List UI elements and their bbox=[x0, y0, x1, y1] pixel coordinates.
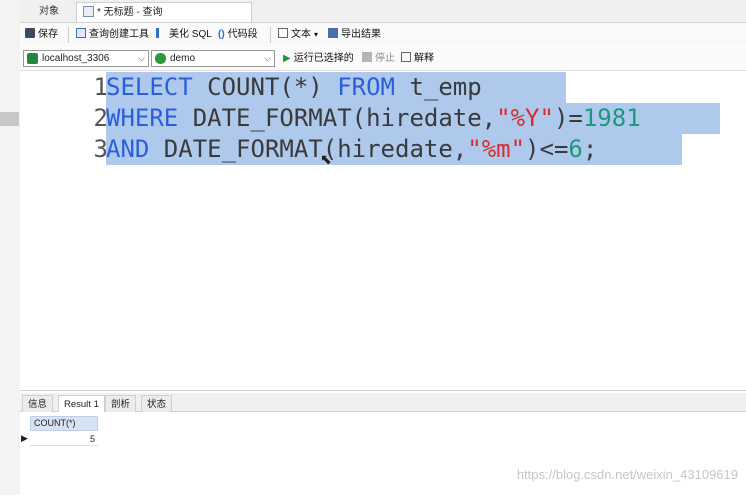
document-icon bbox=[278, 28, 288, 38]
code-line-3: AND DATE_FORMAT(hiredate,"%m")<=6; bbox=[106, 134, 682, 165]
keyword: WHERE bbox=[106, 104, 179, 132]
query-builder-button[interactable]: 查询创建工具 bbox=[76, 28, 149, 42]
line-number: 1 bbox=[93, 73, 108, 101]
string-literal: "%Y" bbox=[496, 104, 554, 132]
tab-profile-label: 剖析 bbox=[111, 399, 131, 410]
database-select[interactable]: demo ⌵ bbox=[151, 50, 275, 67]
line-number: 2 bbox=[93, 104, 108, 132]
sql-editor[interactable]: 1 2 3 SELECT COUNT(*) FROM t_emp WHERE D… bbox=[20, 71, 746, 389]
save-label: 保存 bbox=[38, 29, 58, 40]
code-text: DATE_FORMAT(hiredate, bbox=[149, 135, 468, 163]
explain-button[interactable]: 解释 bbox=[401, 52, 434, 66]
tab-query[interactable]: * 无标题 - 查询 bbox=[76, 2, 252, 22]
query-icon bbox=[83, 6, 94, 17]
code-line-1: SELECT COUNT(*) FROM t_emp bbox=[106, 72, 566, 103]
tab-result-1[interactable]: Result 1 bbox=[58, 395, 105, 412]
tab-bar: 对象 * 无标题 - 查询 bbox=[20, 0, 746, 23]
watermark: https://blog.csdn.net/weixin_43109619 bbox=[516, 467, 738, 482]
text-menu-button[interactable]: 文本 ▾ bbox=[278, 28, 318, 42]
line-number: 3 bbox=[93, 135, 108, 163]
code-line-2: WHERE DATE_FORMAT(hiredate,"%Y")=1981 bbox=[106, 103, 720, 134]
results-tab-bar: 信息 Result 1 剖析 状态 bbox=[20, 393, 746, 412]
play-icon: ▶ bbox=[283, 53, 291, 64]
save-icon bbox=[25, 28, 35, 38]
keyword: FROM bbox=[337, 73, 395, 101]
run-selected-button[interactable]: ▶ 运行已选择的 bbox=[283, 52, 354, 66]
connection-icon bbox=[27, 53, 38, 64]
code-text: COUNT(*) bbox=[192, 73, 338, 101]
query-builder-icon bbox=[76, 28, 86, 38]
keyword: SELECT bbox=[106, 73, 193, 101]
chevron-down-icon: ⌵ bbox=[138, 53, 145, 63]
export-label: 导出结果 bbox=[341, 29, 381, 40]
code-snippet-label: 代码段 bbox=[227, 29, 258, 40]
connection-select[interactable]: localhost_3306 ⌵ bbox=[23, 50, 149, 67]
save-button[interactable]: 保存 bbox=[25, 28, 58, 42]
result-cell[interactable]: 5 bbox=[30, 432, 98, 446]
tab-result-label: Result 1 bbox=[64, 399, 99, 410]
tab-info-label: 信息 bbox=[28, 399, 48, 410]
connection-bar: localhost_3306 ⌵ demo ⌵ ▶ 运行已选择的 停止 解释 bbox=[20, 48, 746, 71]
tab-profile[interactable]: 剖析 bbox=[105, 395, 137, 412]
explain-icon bbox=[401, 52, 411, 62]
number-literal: 1981 bbox=[582, 104, 641, 132]
tab-objects-label: 对象 bbox=[39, 6, 59, 17]
stop-button[interactable]: 停止 bbox=[362, 52, 395, 66]
connection-value: localhost_3306 bbox=[42, 53, 110, 64]
toolbar-separator bbox=[68, 27, 69, 43]
explain-label: 解释 bbox=[414, 53, 434, 64]
tab-info[interactable]: 信息 bbox=[22, 395, 54, 412]
query-builder-label: 查询创建工具 bbox=[89, 29, 149, 40]
string-literal: "%m" bbox=[467, 135, 526, 163]
text-label: 文本 bbox=[291, 29, 311, 40]
code-text: )<= bbox=[525, 135, 569, 163]
tab-status-label: 状态 bbox=[147, 399, 167, 410]
database-value: demo bbox=[170, 53, 196, 64]
stop-label: 停止 bbox=[375, 53, 395, 64]
keyword: AND bbox=[106, 135, 150, 163]
number-literal: 6 bbox=[568, 135, 583, 163]
code-text: DATE_FORMAT(hiredate, bbox=[178, 104, 497, 132]
code-snippet-icon: () bbox=[218, 29, 225, 40]
left-panel-strip bbox=[0, 0, 20, 495]
mouse-cursor-icon: ⬉ bbox=[320, 151, 332, 167]
row-pointer-icon: ▶ bbox=[21, 433, 28, 443]
tab-objects[interactable]: 对象 bbox=[24, 2, 74, 22]
chevron-down-icon: ▾ bbox=[314, 30, 319, 39]
tab-status[interactable]: 状态 bbox=[141, 395, 173, 412]
panel-collapse-handle[interactable] bbox=[0, 112, 19, 126]
tab-query-label: * 无标题 - 查询 bbox=[97, 7, 163, 18]
results-panel: 信息 Result 1 剖析 状态 COUNT(*) ▶ 5 https://b… bbox=[20, 390, 746, 496]
beautify-sql-button[interactable]: 美化 SQL bbox=[156, 28, 212, 42]
export-results-button[interactable]: 导出结果 bbox=[328, 28, 381, 42]
beautify-sql-label: 美化 SQL bbox=[169, 29, 212, 40]
beautify-icon bbox=[156, 28, 166, 38]
code-snippet-button[interactable]: () 代码段 bbox=[218, 28, 258, 42]
database-icon bbox=[155, 53, 166, 64]
run-selected-label: 运行已选择的 bbox=[293, 53, 354, 64]
toolbar: 保存 查询创建工具 美化 SQL () 代码段 文本 ▾ 导出结果 bbox=[20, 23, 746, 47]
column-header[interactable]: COUNT(*) bbox=[30, 416, 98, 431]
chevron-down-icon: ⌵ bbox=[264, 53, 271, 63]
code-text: )= bbox=[553, 104, 583, 132]
code-text: ; bbox=[582, 135, 598, 163]
export-icon bbox=[328, 28, 338, 38]
toolbar-separator bbox=[270, 27, 271, 43]
stop-icon bbox=[362, 52, 372, 62]
code-text: t_emp bbox=[395, 73, 482, 101]
